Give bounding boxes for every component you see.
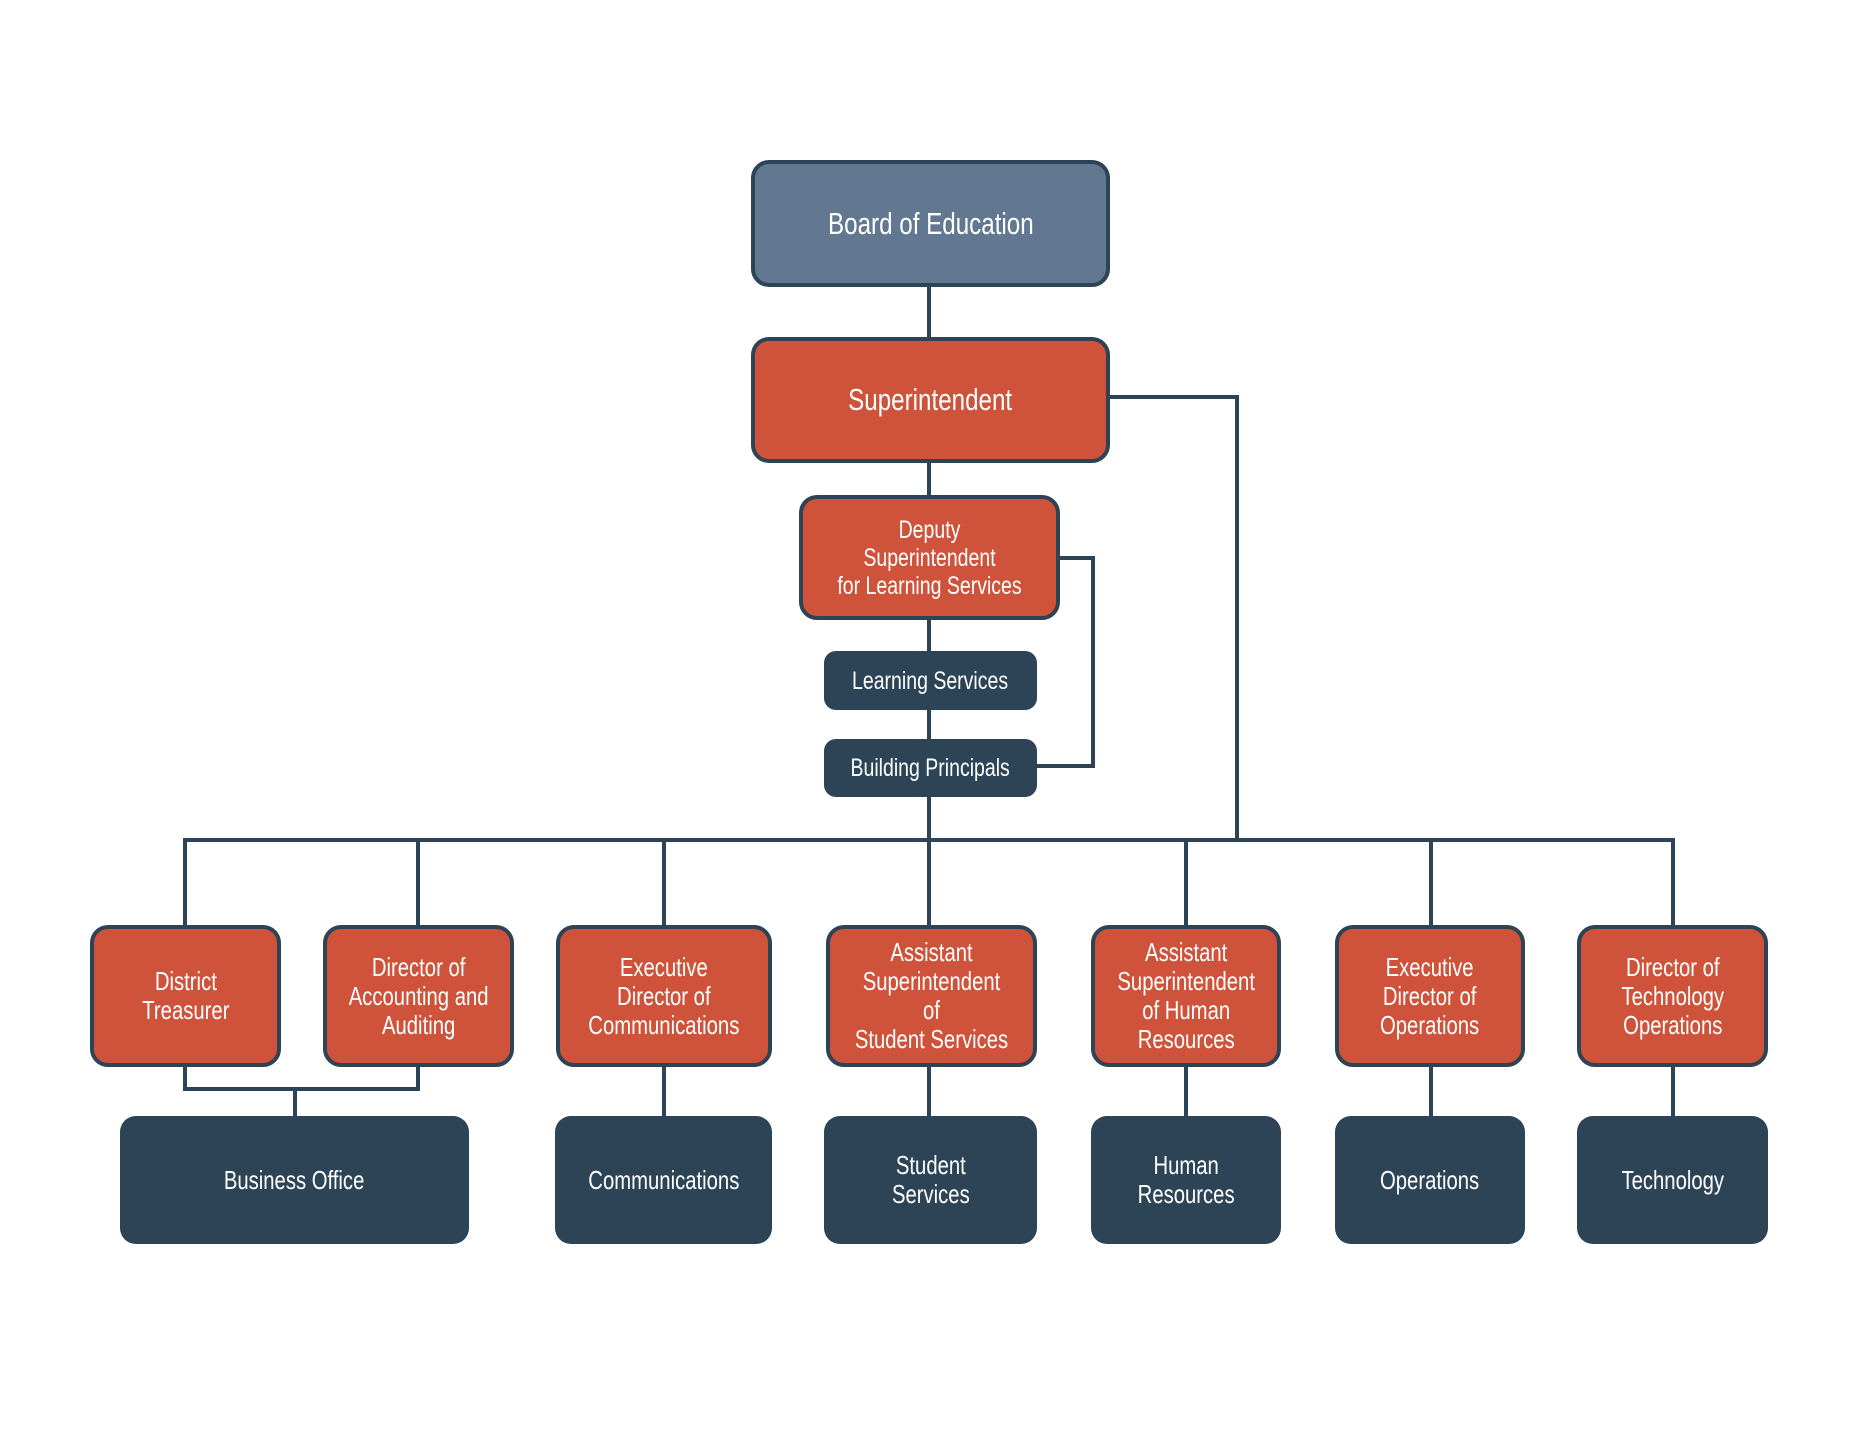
node-business-office: Business Office [120, 1116, 469, 1244]
node-district-treasurer: District Treasurer [90, 925, 281, 1067]
node-label: Business Office [224, 1164, 365, 1195]
connector-business-office [293, 1087, 297, 1117]
node-label: Student Services [891, 1150, 970, 1209]
node-label: Executive Director of Operations [1380, 951, 1480, 1040]
connector-superintendent-deputy [927, 461, 931, 497]
connector-building-bus [927, 797, 931, 842]
node-label: Executive Director of Communications [588, 951, 740, 1040]
node-label: Director of Accounting and Auditing [348, 951, 489, 1040]
node-label: Superintendent [848, 382, 1013, 417]
node-exec-director-communications: Executive Director of Communications [556, 925, 772, 1067]
node-asst-supt-human-resources: Assistant Superintendent of Human Resour… [1091, 925, 1281, 1067]
drop-asst-student [927, 838, 931, 927]
node-operations: Operations [1335, 1116, 1525, 1244]
node-label: Assistant Superintendent of Student Serv… [854, 937, 1009, 1054]
connector-deputy-bracket-bottom [1035, 764, 1095, 768]
connector-deputy-bracket-vertical [1091, 556, 1095, 768]
node-label: District Treasurer [141, 966, 230, 1025]
connector-communications [662, 1065, 666, 1117]
node-exec-director-operations: Executive Director of Operations [1335, 925, 1525, 1067]
drop-asst-hr [1184, 838, 1188, 927]
node-label: Communications [587, 1164, 740, 1195]
org-chart: Board of Education Superintendent Deputy… [0, 0, 1864, 1440]
node-board-of-education: Board of Education [751, 160, 1110, 287]
connector-deputy-bracket-top [1058, 556, 1095, 560]
drop-exec-ops [1429, 838, 1433, 927]
drop-exec-comm [662, 838, 666, 927]
node-label: Assistant Superintendent of Human Resour… [1117, 937, 1255, 1054]
connector-finance-bracket [183, 1087, 420, 1091]
node-human-resources: Human Resources [1091, 1116, 1281, 1244]
connector-technology [1671, 1065, 1675, 1117]
node-building-principals: Building Principals [824, 739, 1037, 797]
drop-treasurer [183, 838, 187, 929]
node-label: Human Resources [1137, 1150, 1235, 1209]
node-director-technology-operations: Director of Technology Operations [1577, 925, 1768, 1067]
node-label: Director of Technology Operations [1621, 951, 1724, 1040]
connector-superintendent-down [1235, 395, 1239, 842]
node-director-accounting-auditing: Director of Accounting and Auditing [323, 925, 514, 1067]
connector-human-resources [1184, 1065, 1188, 1117]
drop-accounting [416, 838, 420, 927]
node-technology: Technology [1577, 1116, 1768, 1244]
drop-dir-tech [1671, 838, 1675, 927]
connector-deputy-learning-services [927, 618, 931, 653]
connector-student-services [927, 1065, 931, 1117]
node-label: Technology [1621, 1164, 1724, 1195]
node-label: Deputy Superintendent for Learning Servi… [837, 515, 1022, 600]
node-label: Board of Education [827, 205, 1034, 241]
connector-superintendent-right [1108, 395, 1239, 399]
node-communications: Communications [555, 1116, 772, 1244]
node-label: Learning Services [852, 666, 1009, 695]
node-label: Building Principals [850, 754, 1011, 782]
connector-operations [1429, 1065, 1433, 1117]
connector-board-superintendent [927, 285, 931, 339]
node-student-services: Student Services [824, 1116, 1037, 1244]
connector-learning-building [927, 709, 931, 740]
node-label: Operations [1380, 1164, 1480, 1195]
node-asst-supt-student-services: Assistant Superintendent of Student Serv… [826, 925, 1037, 1067]
node-superintendent: Superintendent [751, 337, 1110, 463]
node-deputy-superintendent: Deputy Superintendent for Learning Servi… [799, 495, 1060, 620]
node-learning-services: Learning Services [824, 651, 1037, 710]
